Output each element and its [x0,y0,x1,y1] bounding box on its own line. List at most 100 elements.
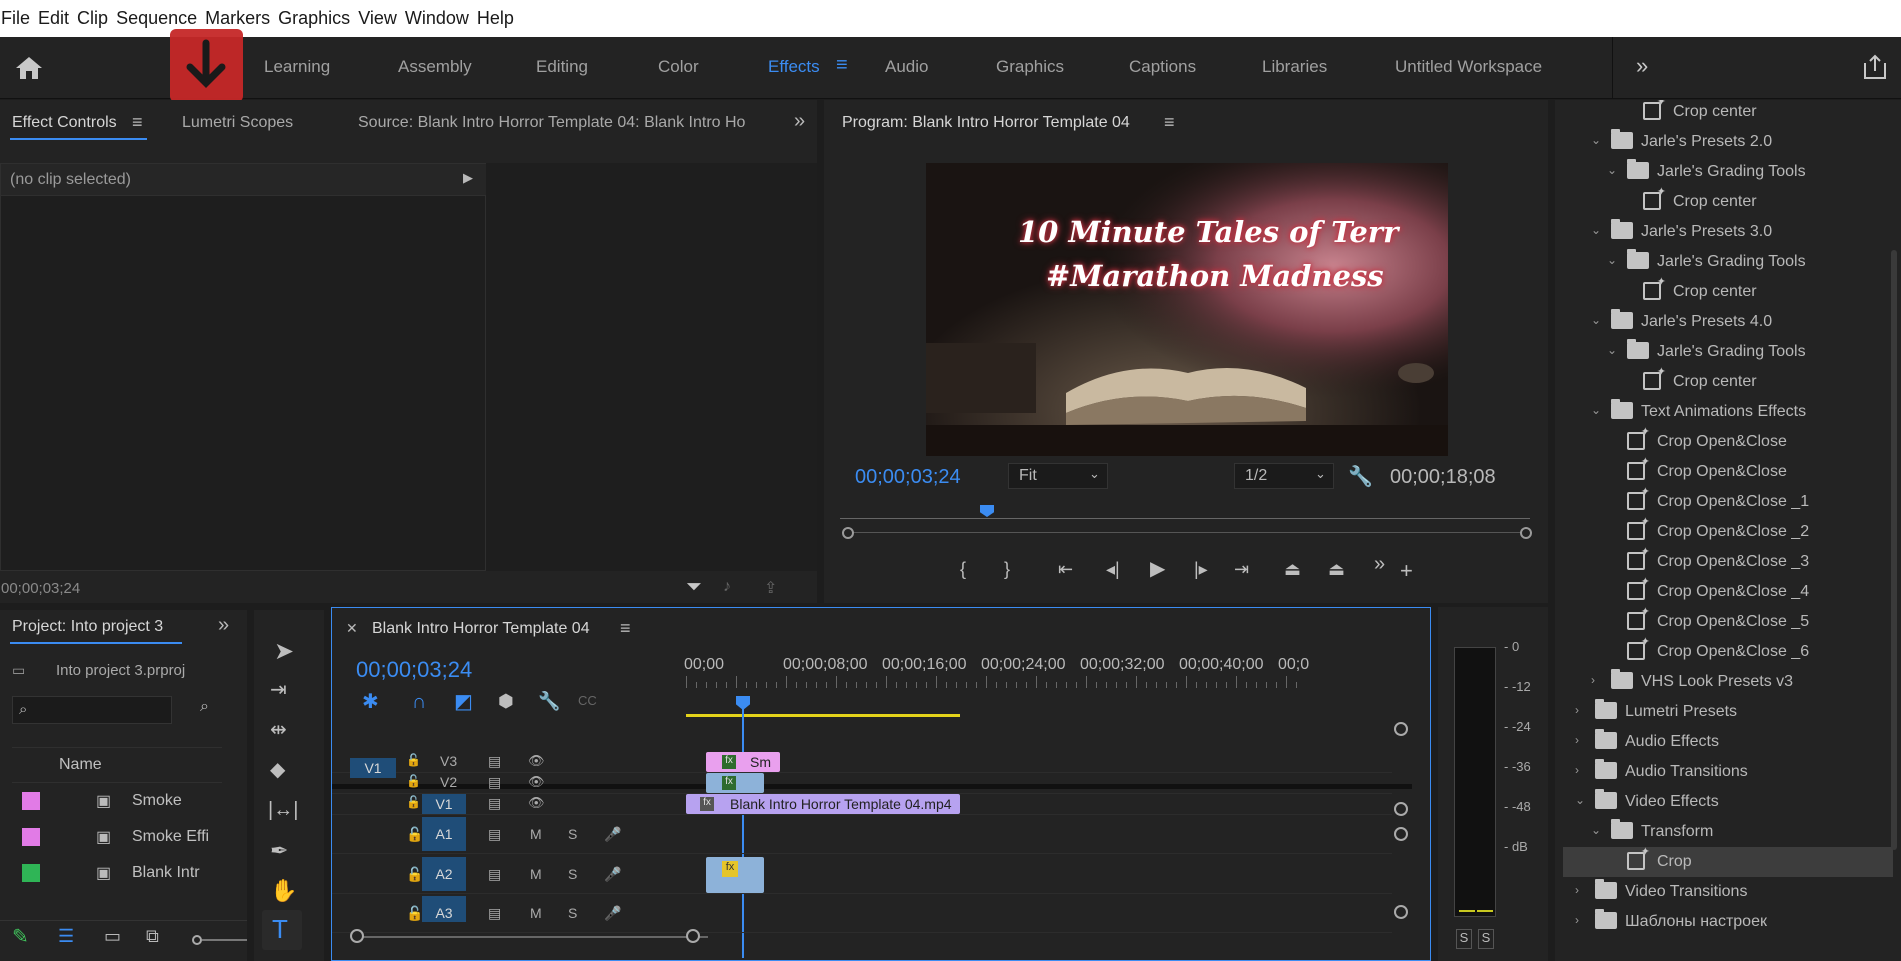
captions-icon[interactable]: CC [578,694,597,707]
snap-icon[interactable]: ∩ [412,692,426,712]
go-to-in-icon[interactable]: ⇤ [1058,560,1073,578]
track-select-tool-icon[interactable]: ⇥ [270,680,287,700]
expand-arrow-icon[interactable]: ⌄ [1575,793,1585,807]
lock-icon[interactable]: 🔓 [406,866,423,883]
expand-arrow-icon[interactable]: ⌄ [1607,343,1617,357]
voiceover-icon[interactable]: 🎤 [604,866,621,883]
expand-arrow-icon[interactable]: ⌄ [1591,403,1601,417]
selection-tool-icon[interactable]: ➤ [274,640,294,664]
pencil-icon[interactable]: ✎ [12,924,29,949]
tab-editing[interactable]: Editing [536,57,588,77]
add-marker-icon[interactable]: ⬢ [498,692,514,710]
project-search-input[interactable]: ⌕ [12,696,172,724]
menu-view[interactable]: View [357,8,404,29]
more-buttons-icon[interactable]: » [1374,554,1385,574]
panel-menu-icon[interactable]: ≡ [132,112,143,133]
lock-icon[interactable]: 🔓 [406,753,421,767]
effects-scrollbar[interactable] [1891,250,1897,850]
effects-menu-icon[interactable]: ≡ [836,54,848,77]
clip-smoke-v3[interactable]: fx Sm [706,752,780,772]
lock-icon[interactable]: 🔓 [406,774,421,788]
expand-arrow-icon[interactable]: ⌄ [1591,313,1601,327]
linked-selection-icon[interactable]: ◩ [454,692,473,712]
pen-tool-icon[interactable]: ✒ [270,840,288,862]
project-item[interactable]: ▣ Smoke [12,784,222,820]
effects-item[interactable]: ⌄ Jarle's Presets 4.0 [1563,307,1893,337]
mute-button[interactable]: M [530,826,542,842]
mark-in-icon[interactable]: { [960,560,966,578]
effects-item[interactable]: Crop center [1563,365,1893,397]
project-item[interactable]: ▣ Blank Intr [12,856,222,892]
menu-graphics[interactable]: Graphics [277,8,357,29]
track-target-v1[interactable]: V1 [422,794,466,814]
program-menu-icon[interactable]: ≡ [1164,112,1175,133]
program-time-ruler[interactable] [840,510,1530,526]
tab-libraries[interactable]: Libraries [1262,57,1327,77]
effects-item[interactable]: Crop Open&Close _1 [1563,485,1893,517]
audio-only-icon[interactable]: ♪ [723,578,731,596]
zoom-slider-handle[interactable] [192,935,202,945]
tab-graphics[interactable]: Graphics [996,57,1064,77]
program-playhead-timecode[interactable]: 00;00;03;24 [855,466,961,489]
timeline-settings-icon[interactable]: 🔧 [538,692,560,710]
expand-arrow-icon[interactable]: ⌄ [1591,133,1601,147]
effects-item[interactable]: Crop Open&Close _6 [1563,635,1893,667]
tab-effect-controls[interactable]: Effect Controls [12,114,117,132]
expand-arrow-icon[interactable]: › [1575,913,1579,927]
tab-source[interactable]: Source: Blank Intro Horror Template 04: … [358,114,758,132]
find-icon[interactable]: ⌕ [200,698,209,716]
lock-icon[interactable]: 🔓 [406,795,421,809]
filter-icon[interactable]: ⏷ [686,576,702,599]
solo-button[interactable]: S [568,826,577,842]
menu-sequence[interactable]: Sequence [115,8,204,29]
effects-item[interactable]: Crop [1563,845,1893,877]
effects-item[interactable]: › Шаблоны настроек [1563,907,1893,937]
expand-arrow-icon[interactable]: › [1591,673,1595,687]
fit-dropdown[interactable]: Fit ⌄ [1008,463,1108,489]
effects-item[interactable]: Crop Open&Close _4 [1563,575,1893,607]
export-frame-icon[interactable]: ⇪ [764,578,777,598]
h-scroll-handle-right[interactable] [686,929,700,943]
icon-view-icon[interactable]: ▭ [104,926,121,947]
tab-color[interactable]: Color [658,57,699,77]
share-icon[interactable] [1862,53,1888,81]
v-scroll-handle-mid[interactable] [1394,802,1408,816]
expand-arrow-icon[interactable]: ⌄ [1591,823,1601,837]
sync-lock-icon[interactable]: ▤ [488,795,501,812]
effects-item[interactable]: › Lumetri Presets [1563,697,1893,727]
solo-button[interactable]: S [568,866,577,882]
step-back-icon[interactable]: ◂| [1106,560,1120,578]
sync-lock-icon[interactable]: ▤ [488,866,501,883]
project-item[interactable]: ▣ Smoke Effi [12,820,222,856]
more-panels-icon[interactable]: » [218,614,229,637]
wrench-icon[interactable]: 🔧 [1348,464,1373,489]
sync-lock-icon[interactable]: ▤ [488,826,501,843]
eye-icon[interactable]: 👁 [528,774,545,790]
source-patch-v1[interactable]: V1 [350,758,396,778]
resolution-dropdown[interactable]: 1/2 ⌄ [1234,463,1334,489]
effects-item[interactable]: ⌄ Video Effects [1563,787,1893,817]
more-workspaces-icon[interactable]: » [1636,53,1648,79]
effects-item[interactable]: ⌄ Jarle's Presets 2.0 [1563,127,1893,157]
sync-lock-icon[interactable]: ▤ [488,774,501,791]
track-target-a2[interactable]: A2 [422,857,466,891]
track-target-a3[interactable]: A3 [422,896,466,922]
freeform-view-icon[interactable]: ⧉ [146,926,159,947]
effects-item[interactable]: Crop Open&Close [1563,425,1893,457]
mute-button[interactable]: M [530,866,542,882]
slip-tool-icon[interactable]: |↔| [268,800,298,820]
v-scroll-handle-top[interactable] [1394,722,1408,736]
play-icon[interactable]: ▶ [1150,559,1165,579]
effects-item[interactable]: ⌄ Jarle's Grading Tools [1563,247,1893,277]
effects-item[interactable]: ⌄ Jarle's Grading Tools [1563,157,1893,187]
solo-button[interactable]: S [568,905,577,921]
effects-item[interactable]: Crop Open&Close [1563,455,1893,487]
effects-item[interactable]: Crop Open&Close _3 [1563,545,1893,577]
effects-item[interactable]: Crop Open&Close _5 [1563,605,1893,637]
expand-arrow-icon[interactable]: › [1575,883,1579,897]
sequence-menu-icon[interactable]: ≡ [620,618,631,639]
more-panels-icon[interactable]: » [794,110,805,133]
extract-icon[interactable]: ⏏ [1328,560,1345,578]
mute-button[interactable]: M [530,905,542,921]
mark-out-icon[interactable]: } [1004,560,1010,578]
